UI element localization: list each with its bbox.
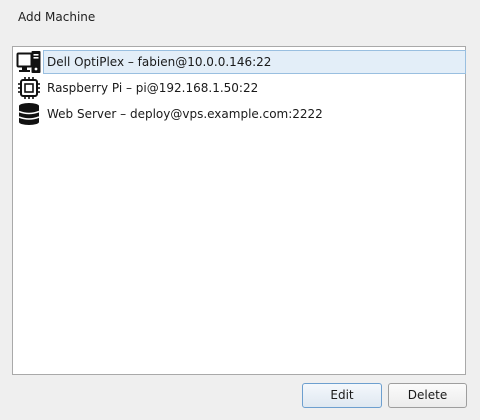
machine-label-dell-optiplex: Dell OptiPlex – fabien@10.0.0.146:22: [43, 50, 466, 74]
edit-button[interactable]: Edit: [302, 383, 382, 408]
desktop-computer-icon: [16, 50, 42, 74]
machine-list-item-dell-optiplex[interactable]: Dell OptiPlex – fabien@10.0.0.146:22: [14, 49, 466, 75]
machine-label-raspberry-pi: Raspberry Pi – pi@192.168.1.50:22: [47, 81, 259, 95]
delete-button[interactable]: Delete: [388, 383, 467, 408]
machine-list-item-web-server[interactable]: Web Server – deploy@vps.example.com:2222: [14, 101, 466, 127]
database-server-icon: [16, 102, 42, 126]
chip-icon: [16, 76, 42, 100]
machine-list[interactable]: Dell OptiPlex – fabien@10.0.0.146:22 Ras…: [12, 46, 466, 375]
add-machine-title: Add Machine: [18, 10, 96, 24]
machine-label-web-server: Web Server – deploy@vps.example.com:2222: [47, 107, 323, 121]
machine-list-item-raspberry-pi[interactable]: Raspberry Pi – pi@192.168.1.50:22: [14, 75, 466, 101]
